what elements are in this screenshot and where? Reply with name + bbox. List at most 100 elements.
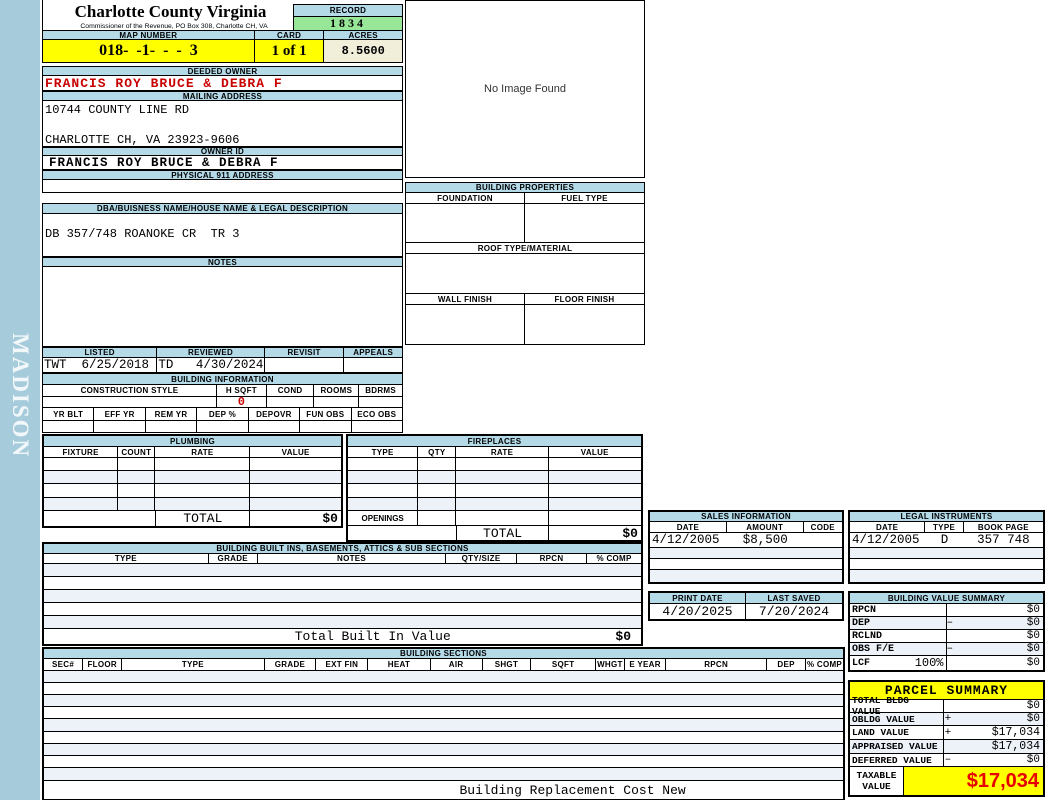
table-row: [650, 548, 842, 559]
table-row: [44, 458, 341, 471]
building-info-values2: [42, 421, 403, 433]
appeals-value: [344, 358, 402, 372]
lcf-percent: 100%: [914, 656, 944, 670]
fireplaces-total-row: TOTAL $0: [348, 526, 641, 541]
fuel-type-label: FUEL TYPE: [525, 193, 644, 203]
plumbing-total-value: $0: [322, 511, 338, 526]
parcel-row: APPRAISED VALUE $17,034: [850, 740, 1043, 754]
sale-code: [804, 533, 842, 547]
sale-date: 4/12/2005: [652, 533, 720, 547]
table-row: [44, 471, 341, 484]
bs-col-sqft: SQFT: [531, 659, 597, 670]
bvs-title: BUILDING VALUE SUMMARY: [850, 593, 1043, 604]
roof-area: [406, 254, 644, 294]
bvs-label: RCLND: [850, 630, 947, 642]
building-sections-title: BUILDING SECTIONS: [44, 649, 843, 659]
reviewed-value: TD 4/30/2024: [158, 358, 265, 372]
parcel-sign: +: [944, 713, 952, 725]
bs-col-floor: FLOOR: [83, 659, 123, 670]
bvs-label: DEP: [850, 617, 947, 629]
ecoobs-label: ECO OBS: [351, 408, 402, 420]
bs-col-extfin: EXT FIN: [316, 659, 369, 670]
openings-label: OPENINGS: [348, 511, 419, 525]
instrument-date: 4/12/2005: [852, 533, 920, 547]
bs-col-dep: DEP: [767, 659, 807, 670]
bvs-value: $0: [1026, 617, 1040, 629]
table-row: [44, 683, 843, 695]
builtins-col-notes: NOTES: [257, 554, 447, 563]
table-row: [44, 484, 341, 498]
reviewed-label: REVIEWED: [157, 348, 265, 357]
review-header-row: LISTED REVIEWED REVISIT APPEALS: [42, 347, 403, 358]
parcel-label: TOTAL BLDG VALUE: [850, 695, 944, 717]
plumbing-col-count: COUNT: [118, 447, 156, 457]
print-date-value: 4/20/2025: [650, 604, 746, 619]
building-info-values1: 0: [42, 395, 403, 409]
commissioner-address: Commissioner of the Revenue, PO Box 308,…: [80, 23, 268, 30]
bvs-label: OBS F/E: [850, 643, 947, 655]
sales-title: SALES INFORMATION: [650, 512, 842, 522]
parcel-value: $0: [1026, 713, 1040, 725]
bvs-sign: –: [946, 643, 954, 655]
table-row: [44, 756, 843, 768]
record-box: RECORD 1834: [293, 4, 403, 31]
fireplaces-col-type: TYPE: [348, 447, 419, 457]
fireplaces-total-label: TOTAL: [456, 526, 549, 541]
sidebar: MADISON: [0, 0, 40, 800]
legal-description-box: DB 357/748 ROANOKE CR TR 3: [42, 214, 403, 257]
map-number-value: 018- -1- - - 3: [43, 40, 255, 62]
sales-col-amount: AMOUNT: [726, 522, 804, 532]
no-image-text: No Image Found: [484, 83, 566, 95]
acres-value: 8.5600: [324, 40, 402, 62]
physical-address-label: PHYSICAL 911 ADDRESS: [42, 170, 403, 180]
instrument-type: D: [940, 533, 949, 547]
parcel-row: OBLDG VALUE + $0: [850, 713, 1043, 726]
map-header-row: MAP NUMBER CARD ACRES: [42, 30, 403, 40]
construction-style-label: CONSTRUCTION STYLE: [43, 385, 218, 396]
bvs-label: RPCN: [850, 604, 947, 616]
building-sections-table: BUILDING SECTIONS SEC# FLOOR TYPE GRADE …: [42, 647, 845, 800]
wall-finish-label: WALL FINISH: [406, 294, 525, 304]
remyr-label: REM YR: [145, 408, 198, 420]
effyr-label: EFF YR: [94, 408, 146, 420]
replacement-cost-label: Building Replacement Cost New: [459, 782, 686, 798]
review-value-row: TWT 6/25/2018 TD 4/30/2024: [42, 358, 403, 373]
built-ins-title: BUILDING BUILT INS, BASEMENTS, ATTICS & …: [44, 544, 641, 554]
parcel-label: APPRAISED VALUE: [850, 740, 944, 753]
bvs-value: $0: [1026, 643, 1040, 655]
bvs-sign: [947, 656, 959, 670]
acres-label: ACRES: [324, 31, 402, 40]
building-properties-title: BUILDING PROPERTIES: [406, 183, 644, 193]
table-row: [348, 471, 641, 484]
bs-col-whgt: WHGT: [596, 659, 625, 670]
bs-col-comp: % COMP: [806, 659, 843, 670]
bvs-value: $0: [1026, 630, 1040, 642]
bvs-sign: [947, 630, 959, 642]
builtins-col-comp: % COMP: [587, 554, 641, 563]
dates-table: PRINT DATE LAST SAVED 4/20/2025 7/20/202…: [648, 591, 844, 621]
sale-amount: $8,500: [742, 533, 788, 547]
built-ins-total-value: $0: [615, 629, 631, 644]
bvs-row: LCF 100% $0: [850, 656, 1043, 670]
plumbing-total-row: TOTAL $0: [44, 511, 341, 526]
owner-id-value: FRANCIS ROY BRUCE & DEBRA F: [42, 156, 403, 170]
property-record-card: MADISON Charlotte County Virginia Commis…: [0, 0, 1050, 800]
bs-col-air: AIR: [430, 659, 483, 670]
plumbing-title: PLUMBING: [44, 436, 341, 447]
legal-title: LEGAL INSTRUMENTS: [850, 512, 1043, 522]
roof-type-label: ROOF TYPE/MATERIAL: [406, 243, 644, 254]
notes-box: [42, 267, 403, 347]
bs-col-shgt: SHGT: [482, 659, 532, 670]
parcel-value: $17,034: [991, 726, 1040, 739]
revisit-value: [265, 358, 345, 372]
parcel-sign: –: [944, 754, 952, 766]
parcel-label: OBLDG VALUE: [850, 713, 944, 725]
sales-col-code: CODE: [803, 522, 842, 532]
property-image-panel: No Image Found: [405, 0, 645, 178]
cond-label: COND: [266, 385, 315, 396]
legal-col-date: DATE: [850, 522, 926, 532]
table-row: [44, 768, 843, 781]
builtins-col-qtysize: QTY/SIZE: [446, 554, 517, 563]
table-row: [44, 695, 843, 707]
instrument-bookpage: 357 748: [977, 533, 1030, 547]
